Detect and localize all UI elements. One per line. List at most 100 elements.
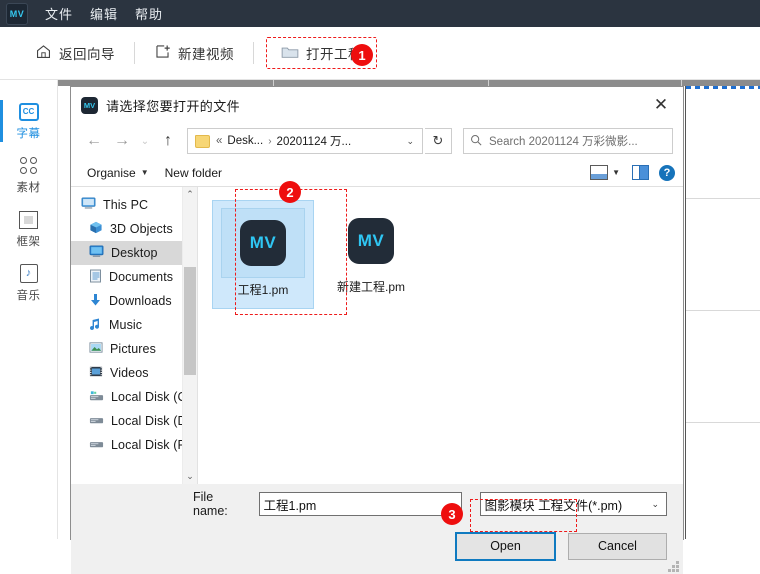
tree-item-music-label: Music <box>109 318 143 332</box>
filename-label: File name: <box>193 490 228 518</box>
scrollbar-thumb[interactable] <box>184 267 196 375</box>
organise-button[interactable]: Organise ▼ <box>79 166 157 180</box>
file-thumbnail-2: MV <box>330 207 412 275</box>
cc-icon: CC <box>18 102 39 122</box>
tree-item-local-disk-f[interactable]: Local Disk (F:) <box>71 433 197 457</box>
back-to-wizard-label: 返回向导 <box>59 47 115 62</box>
dialog-footer: File name: 工程1.pm ⌄ 图影模块 工程文件(*.pm) ⌄ Op… <box>71 484 683 574</box>
annotation-badge-1: 1 <box>351 44 373 66</box>
file-item-new-project[interactable]: MV 新建工程.pm <box>321 200 421 307</box>
tree-item-this-pc-label: This PC <box>103 198 149 212</box>
tree-item-videos[interactable]: Videos <box>71 361 197 385</box>
tree-item-documents[interactable]: Documents <box>71 265 197 289</box>
toolbar-divider <box>134 42 135 64</box>
file-item-new-project-label: 新建工程.pm <box>336 280 405 294</box>
close-icon[interactable]: ✕ <box>639 88 683 123</box>
up-icon[interactable]: ↑ <box>155 128 181 154</box>
sidebar-item-frame-label: 框架 <box>16 235 41 248</box>
resize-grip[interactable] <box>668 561 679 572</box>
music-icon: ♪ <box>19 264 39 284</box>
sidebar-item-frame[interactable]: 框架 <box>0 202 57 256</box>
file-item-project1-label: 工程1.pm <box>237 283 289 297</box>
breadcrumb-segment-desktop[interactable]: Desk... <box>227 135 263 147</box>
recent-locations-icon[interactable]: ⌄ <box>137 128 153 154</box>
sidebar-item-music-label: 音乐 <box>16 289 41 302</box>
filename-input[interactable]: 工程1.pm ⌄ <box>258 492 462 516</box>
tree-item-3d-objects[interactable]: 3D Objects <box>71 217 197 241</box>
sidebar-item-music[interactable]: ♪ 音乐 <box>0 256 57 310</box>
annotation-badge-2: 2 <box>279 181 301 203</box>
search-icon <box>470 134 482 149</box>
3d-icon <box>89 221 103 237</box>
menu-bar: MV 文件 编辑 帮助 <box>0 0 760 27</box>
breadcrumb-caret-icon[interactable]: ⌄ <box>406 136 418 147</box>
folder-icon <box>281 45 299 62</box>
disk-icon-3 <box>89 438 104 453</box>
menu-item-edit[interactable]: 编辑 <box>90 4 118 23</box>
scroll-up-icon[interactable]: ⌃ <box>183 187 197 202</box>
tree-item-documents-label: Documents <box>109 270 174 284</box>
toolbar-divider-2 <box>253 42 254 64</box>
app-toolbar: 返回向导 新建视频 打开工程 <box>0 27 760 80</box>
new-folder-button[interactable]: New folder <box>157 166 230 180</box>
disk-icon <box>89 390 104 405</box>
sidebar-item-subtitle[interactable]: CC 字幕 <box>0 94 57 148</box>
tree-item-local-disk-c[interactable]: Local Disk (C:) <box>71 385 197 409</box>
dialog-app-icon: MV <box>81 96 98 114</box>
dialog-buttons: Open Cancel <box>71 524 683 574</box>
right-panel-list <box>685 86 760 539</box>
tree-item-downloads[interactable]: Downloads <box>71 289 197 313</box>
filetype-value: 图影模块 工程文件(*.pm) <box>484 498 623 513</box>
menu-item-help[interactable]: 帮助 <box>135 4 163 23</box>
filetype-select[interactable]: 图影模块 工程文件(*.pm) ⌄ <box>479 492 667 516</box>
tree-item-downloads-label: Downloads <box>109 294 172 308</box>
file-list-pane: MV 工程1.pm MV 新建工程.pm <box>198 187 683 484</box>
search-placeholder: Search 20201124 万彩微影... <box>489 136 638 148</box>
filename-row: File name: 工程1.pm ⌄ 图影模块 工程文件(*.pm) ⌄ <box>71 484 683 524</box>
left-sidebar: CC 字幕 素材 框架 ♪ 音乐 <box>0 80 58 539</box>
back-icon[interactable]: ← <box>81 128 107 154</box>
app-logo-icon: MV <box>6 2 28 25</box>
menu-item-file[interactable]: 文件 <box>45 4 73 23</box>
breadcrumb-folder-icon <box>195 134 210 148</box>
filetype-chevron-down-icon[interactable]: ⌄ <box>651 499 662 510</box>
filename-value: 工程1.pm <box>263 498 317 513</box>
sidebar-item-material[interactable]: 素材 <box>0 148 57 202</box>
tree-scrollbar[interactable]: ⌃ ⌄ <box>182 187 197 484</box>
breadcrumb-segment-folder[interactable]: 20201124 万... <box>277 133 352 149</box>
tree-item-this-pc[interactable]: This PC <box>71 193 197 217</box>
breadcrumb-overflow-icon[interactable]: « <box>216 135 222 147</box>
tree-item-desktop[interactable]: Desktop <box>71 241 197 265</box>
music-note-icon <box>89 317 102 334</box>
dialog-title: 请选择您要打开的文件 <box>106 98 241 114</box>
file-thumbnail: MV <box>221 208 305 278</box>
new-video-button[interactable]: 新建视频 <box>145 37 243 69</box>
documents-icon <box>89 269 102 286</box>
view-chevron-down-icon[interactable]: ▼ <box>612 168 620 177</box>
file-item-project1[interactable]: MV 工程1.pm <box>212 200 314 309</box>
tree-item-local-disk-f-label: Local Disk (F:) <box>111 438 194 452</box>
organise-label: Organise <box>87 165 136 180</box>
forward-icon[interactable]: → <box>109 128 135 154</box>
cancel-button[interactable]: Cancel <box>568 532 667 560</box>
sidebar-item-subtitle-label: 字幕 <box>16 127 41 140</box>
tree-item-local-disk-d[interactable]: Local Disk (D:) <box>71 409 197 433</box>
search-input[interactable]: Search 20201124 万彩微影... <box>463 128 673 154</box>
breadcrumb[interactable]: « Desk... › 20201124 万... ⌄ <box>187 128 423 154</box>
scroll-down-icon[interactable]: ⌄ <box>183 469 197 484</box>
file-grid: MV 工程1.pm MV 新建工程.pm <box>198 187 683 309</box>
tree-item-pictures[interactable]: Pictures <box>71 337 197 361</box>
new-video-icon <box>154 43 171 63</box>
navigation-tree: This PC 3D Objects Desktop Documents Dow… <box>71 187 198 484</box>
videos-icon <box>89 365 103 381</box>
refresh-icon[interactable]: ↻ <box>425 128 452 154</box>
dialog-main: This PC 3D Objects Desktop Documents Dow… <box>71 187 683 484</box>
preview-pane-icon[interactable] <box>632 165 649 180</box>
open-button[interactable]: Open <box>455 531 556 561</box>
open-file-dialog: MV 请选择您要打开的文件 ✕ ← → ⌄ ↑ « Desk... › 2020… <box>70 86 684 574</box>
back-to-wizard-button[interactable]: 返回向导 <box>26 37 124 69</box>
tree-item-music[interactable]: Music <box>71 313 197 337</box>
help-icon[interactable]: ? <box>659 164 675 181</box>
view-mode-icon[interactable] <box>590 165 609 180</box>
new-video-label: 新建视频 <box>178 47 234 62</box>
